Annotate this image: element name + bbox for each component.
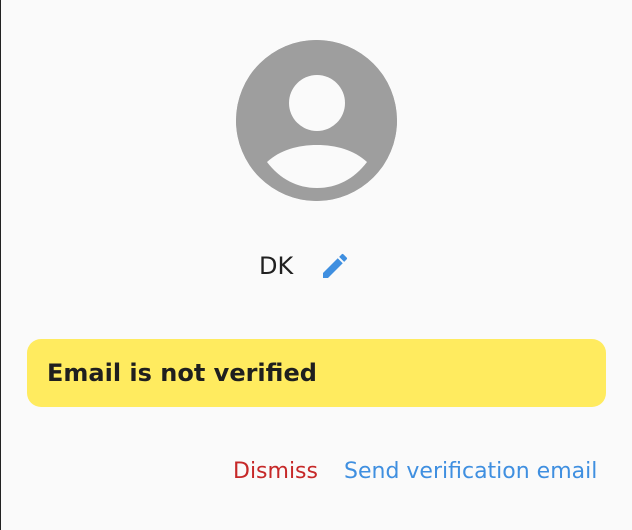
profile-screen: DK Email is not verified Dismiss Send ve… xyxy=(0,0,632,530)
display-name: DK xyxy=(259,252,294,280)
name-row: DK xyxy=(0,246,632,286)
send-verification-email-button[interactable]: Send verification email xyxy=(344,456,597,488)
person-silhouette-icon xyxy=(236,40,397,201)
banner-message: Email is not verified xyxy=(47,359,317,387)
email-not-verified-banner: Email is not verified xyxy=(27,339,606,407)
pencil-edit-icon[interactable] xyxy=(319,250,351,282)
avatar xyxy=(236,40,397,201)
dismiss-button[interactable]: Dismiss xyxy=(233,456,318,488)
